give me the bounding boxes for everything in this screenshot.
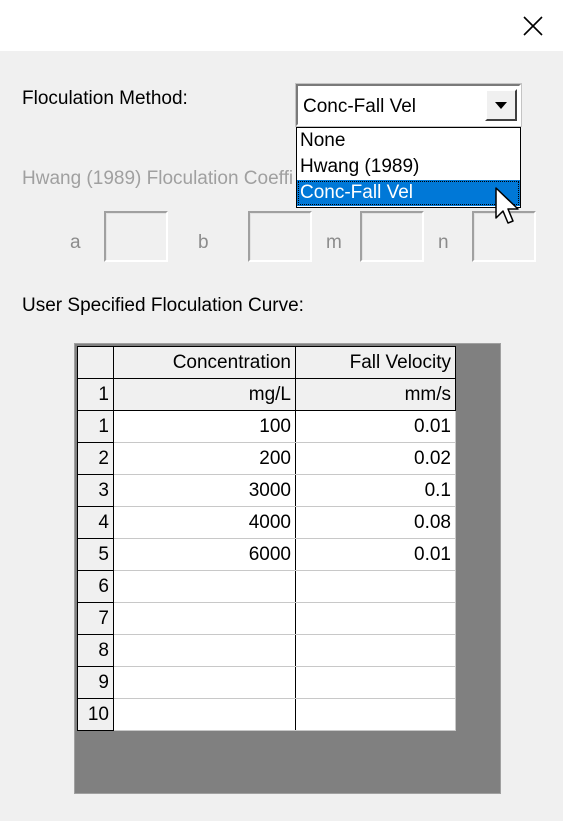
row-header[interactable]: 1 — [77, 410, 114, 443]
fall-velocity-cell[interactable]: 0.1 — [295, 474, 456, 507]
concentration-cell[interactable] — [113, 634, 296, 667]
unit-concentration[interactable]: mg/L — [113, 378, 296, 411]
fall-velocity-cell[interactable] — [295, 698, 456, 731]
row-header[interactable]: 1 — [77, 378, 114, 411]
param-a-input — [104, 211, 168, 262]
title-bar — [0, 0, 563, 51]
row-header[interactable]: 10 — [77, 698, 114, 731]
row-header[interactable]: 9 — [77, 666, 114, 699]
floculation-method-value: Conc-Fall Vel — [303, 96, 416, 117]
concentration-cell[interactable] — [113, 666, 296, 699]
concentration-cell[interactable]: 200 — [113, 442, 296, 475]
table-row: 8 — [77, 634, 456, 667]
row-header[interactable]: 3 — [77, 474, 114, 507]
concentration-cell[interactable] — [113, 698, 296, 731]
concentration-cell[interactable] — [113, 602, 296, 635]
fall-velocity-cell[interactable] — [295, 602, 456, 635]
table-row: 4 4000 0.08 — [77, 506, 456, 539]
param-b-input — [248, 211, 312, 262]
corner-cell[interactable] — [77, 346, 114, 379]
table-row: 10 — [77, 698, 456, 731]
floculation-curve-grid[interactable]: Concentration Fall Velocity 1 mg/L mm/s … — [74, 343, 501, 794]
row-header[interactable]: 7 — [77, 602, 114, 635]
table-row: 3 3000 0.1 — [77, 474, 456, 507]
close-button[interactable] — [503, 0, 563, 51]
floculation-method-select[interactable]: Conc-Fall Vel — [295, 83, 522, 127]
floculation-method-dropdown: None Hwang (1989) Conc-Fall Vel — [296, 127, 521, 208]
user-curve-label: User Specified Floculation Curve: — [22, 295, 304, 316]
concentration-cell[interactable]: 4000 — [113, 506, 296, 539]
floculation-method-label: Floculation Method: — [22, 88, 188, 109]
row-header[interactable]: 8 — [77, 634, 114, 667]
concentration-cell[interactable]: 3000 — [113, 474, 296, 507]
row-header[interactable]: 2 — [77, 442, 114, 475]
fall-velocity-cell[interactable] — [295, 634, 456, 667]
row-header[interactable]: 4 — [77, 506, 114, 539]
header-row: Concentration Fall Velocity — [77, 346, 456, 379]
table-row: 2 200 0.02 — [77, 442, 456, 475]
fall-velocity-cell[interactable]: 0.01 — [295, 410, 456, 443]
concentration-cell[interactable]: 100 — [113, 410, 296, 443]
concentration-cell[interactable] — [113, 570, 296, 603]
table-row: 1 100 0.01 — [77, 410, 456, 443]
dropdown-option-hwang[interactable]: Hwang (1989) — [297, 154, 520, 180]
fall-velocity-cell[interactable]: 0.08 — [295, 506, 456, 539]
dropdown-option-conc-fall-vel[interactable]: Conc-Fall Vel — [297, 180, 520, 206]
param-m-input — [360, 211, 424, 262]
dropdown-option-none[interactable]: None — [297, 128, 520, 154]
param-b-label: b — [198, 232, 209, 253]
chevron-down-icon — [495, 101, 507, 109]
param-m-label: m — [326, 232, 342, 253]
param-n-label: n — [438, 232, 449, 253]
unit-fall-velocity[interactable]: mm/s — [295, 378, 456, 411]
fall-velocity-cell[interactable]: 0.02 — [295, 442, 456, 475]
fall-velocity-cell[interactable] — [295, 666, 456, 699]
table-row: 9 — [77, 666, 456, 699]
column-header-concentration[interactable]: Concentration — [113, 346, 296, 379]
mouse-cursor-icon — [495, 187, 519, 224]
fall-velocity-cell[interactable]: 0.01 — [295, 538, 456, 571]
fall-velocity-cell[interactable] — [295, 570, 456, 603]
row-header[interactable]: 6 — [77, 570, 114, 603]
data-table: Concentration Fall Velocity 1 mg/L mm/s … — [77, 346, 456, 731]
column-header-fall-velocity[interactable]: Fall Velocity — [295, 346, 456, 379]
table-row: 5 6000 0.01 — [77, 538, 456, 571]
close-icon — [523, 15, 543, 36]
row-header[interactable]: 5 — [77, 538, 114, 571]
param-a-label: a — [70, 232, 81, 253]
units-row: 1 mg/L mm/s — [77, 378, 456, 411]
hwang-coefficients-label: Hwang (1989) Floculation Coefficients: — [22, 168, 294, 189]
dropdown-button[interactable] — [485, 89, 517, 121]
table-row: 7 — [77, 602, 456, 635]
table-row: 6 — [77, 570, 456, 603]
concentration-cell[interactable]: 6000 — [113, 538, 296, 571]
